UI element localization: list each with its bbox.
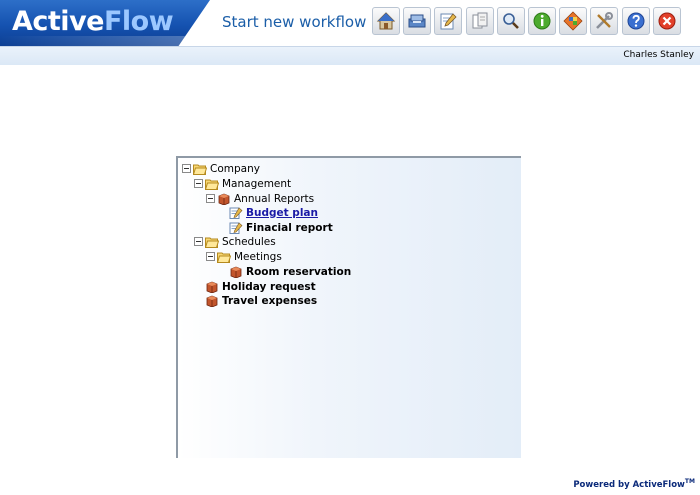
- inbox-button[interactable]: [403, 7, 432, 35]
- edit-icon: [440, 13, 457, 30]
- header: ActiveFlow Start new workflow: [0, 0, 700, 46]
- tree-node-holiday-request[interactable]: Holiday request: [205, 279, 316, 294]
- workflow-box-icon: [218, 193, 230, 205]
- logo-text-active: Active: [12, 6, 104, 37]
- workflow-box-icon: [206, 295, 218, 307]
- close-button[interactable]: [652, 7, 681, 35]
- tree-node-label: Holiday request: [222, 280, 316, 293]
- tree-node-label: Room reservation: [246, 265, 352, 278]
- tree-node-company[interactable]: Company: [182, 161, 260, 176]
- logo-text-flow: Flow: [103, 6, 174, 37]
- user-bar: Charles Stanley: [0, 46, 700, 65]
- collapse-toggle-icon[interactable]: [206, 194, 215, 203]
- folder-open-icon: [193, 164, 207, 175]
- user-name: Charles Stanley: [623, 50, 694, 60]
- workflow-tree: Company Management Annual Reports Budget…: [176, 156, 521, 458]
- edit-button[interactable]: [434, 7, 463, 35]
- tree-node-meetings[interactable]: Meetings: [206, 249, 282, 264]
- tree-node-label: Meetings: [234, 250, 282, 263]
- search-button[interactable]: [496, 7, 525, 35]
- folder-open-icon: [217, 252, 231, 263]
- tree-node-travel-expenses[interactable]: Travel expenses: [205, 293, 317, 308]
- tree-node-budget-plan[interactable]: Budget plan: [229, 205, 318, 220]
- folder-open-icon: [205, 179, 219, 190]
- activeflow-logo: ActiveFlow: [0, 0, 210, 46]
- workflow-button[interactable]: [559, 7, 588, 35]
- tools-icon: [596, 12, 614, 29]
- logo-text: ActiveFlow: [12, 6, 174, 38]
- tree-node-label: Management: [222, 177, 292, 190]
- home-button[interactable]: [372, 7, 400, 35]
- help-button[interactable]: [621, 7, 650, 35]
- tools-button[interactable]: [590, 7, 619, 35]
- trademark-mark: TM: [684, 478, 695, 485]
- tree-node-label: Schedules: [222, 235, 276, 248]
- powered-by: Powered by ActiveFlowTM: [573, 478, 695, 490]
- tree-node-finacial-report[interactable]: Finacial report: [229, 220, 333, 235]
- tree-node-management[interactable]: Management: [194, 176, 291, 191]
- tree-node-label: Travel expenses: [222, 294, 318, 307]
- search-icon: [502, 13, 519, 29]
- toolbar: [372, 7, 684, 39]
- tree-node-label: Company: [210, 162, 260, 175]
- tree-node-room-reservation[interactable]: Room reservation: [229, 264, 351, 279]
- form-icon: [229, 207, 243, 219]
- collapse-toggle-icon[interactable]: [182, 164, 191, 173]
- tree-node-schedules[interactable]: Schedules: [194, 234, 276, 249]
- collapse-toggle-icon[interactable]: [194, 179, 203, 188]
- workflow-box-icon: [206, 281, 218, 293]
- home-icon: [376, 12, 396, 30]
- page-title: Start new workflow: [222, 13, 367, 31]
- help-icon: [627, 12, 644, 30]
- tree-node-link[interactable]: Budget plan: [246, 207, 318, 219]
- collapse-toggle-icon[interactable]: [194, 237, 203, 246]
- workflow-box-icon: [230, 266, 242, 278]
- close-icon: [658, 12, 676, 30]
- documents-button[interactable]: [465, 7, 494, 35]
- tree-node-annual-reports[interactable]: Annual Reports: [206, 191, 314, 206]
- documents-icon: [472, 12, 488, 29]
- folder-open-icon: [205, 237, 219, 248]
- powered-by-text: Powered by ActiveFlow: [573, 479, 685, 490]
- form-icon: [229, 222, 243, 234]
- info-button[interactable]: [527, 7, 556, 35]
- inbox-icon: [408, 14, 426, 28]
- collapse-toggle-icon[interactable]: [206, 252, 215, 261]
- tree-node-label: Annual Reports: [234, 192, 315, 205]
- workflow-icon: [563, 11, 583, 31]
- tree-node-label: Finacial report: [246, 221, 333, 234]
- info-icon: [533, 12, 551, 30]
